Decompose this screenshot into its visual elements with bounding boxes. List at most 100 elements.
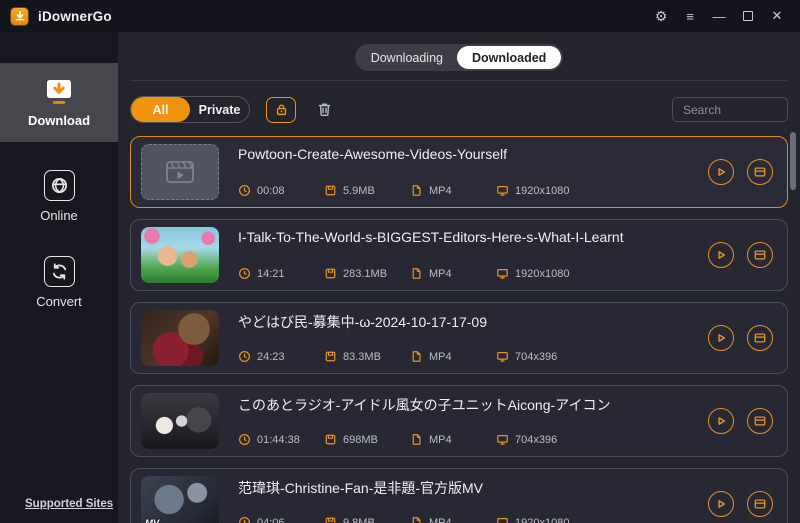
download-item[interactable]: I-Talk-To-The-World-s-BIGGEST-Editors-He… xyxy=(130,219,788,291)
minimize-icon[interactable]: — xyxy=(708,5,730,27)
tab-downloaded[interactable]: Downloaded xyxy=(456,46,562,69)
sidebar-item-convert[interactable]: Convert xyxy=(0,250,118,314)
play-button[interactable] xyxy=(708,325,734,351)
clock-icon xyxy=(239,185,250,196)
video-thumbnail: MV xyxy=(141,476,219,523)
sync-arrows-icon xyxy=(43,255,75,287)
resolution: 704x396 xyxy=(515,433,558,446)
resolution: 704x396 xyxy=(515,350,558,363)
window-controls: ⚙ ≡ — ✕ xyxy=(650,5,788,27)
video-meta: 01:44:38 698MB MP4 704x396 xyxy=(238,433,698,446)
video-meta: 14:21 283.1MB MP4 1920x1080 xyxy=(238,267,698,280)
filter-segment: All Private xyxy=(130,96,250,123)
open-folder-button[interactable] xyxy=(747,242,773,268)
file-size: 83.3MB xyxy=(343,350,381,363)
download-item[interactable]: MV 范瑋琪-Christine-Fan-是非題-官方版MV 04:06 9.8… xyxy=(130,468,788,523)
download-item[interactable]: Powtoon-Create-Awesome-Videos-Yourself 0… xyxy=(130,136,788,208)
file-size: 9.8MB xyxy=(343,516,375,523)
open-folder-button[interactable] xyxy=(747,159,773,185)
download-item[interactable]: このあとラジオ-アイドル風女の子ユニットAicong-アイコン 01:44:38… xyxy=(130,385,788,457)
close-icon[interactable]: ✕ xyxy=(766,5,788,27)
titlebar: iDownerGo ⚙ ≡ — ✕ xyxy=(0,0,800,32)
format: MP4 xyxy=(429,267,452,280)
private-lock-button[interactable] xyxy=(266,96,296,123)
sidebar-item-label: Convert xyxy=(36,293,82,309)
settings-icon[interactable]: ⚙ xyxy=(650,5,672,27)
trash-icon[interactable] xyxy=(311,97,337,123)
file-size: 283.1MB xyxy=(343,267,388,280)
video-thumbnail xyxy=(141,393,219,449)
clock-icon xyxy=(239,517,250,523)
file-size: 698MB xyxy=(343,433,378,446)
sidebar-item-download[interactable]: Download xyxy=(0,63,118,142)
video-thumbnail xyxy=(141,144,219,200)
storage-icon xyxy=(325,351,336,362)
monitor-icon xyxy=(497,517,508,523)
monitor-icon xyxy=(497,185,508,196)
storage-icon xyxy=(325,517,336,523)
video-title: I-Talk-To-The-World-s-BIGGEST-Editors-He… xyxy=(238,229,624,245)
monitor-icon xyxy=(497,268,508,279)
clock-icon xyxy=(239,268,250,279)
format: MP4 xyxy=(429,184,452,197)
download-item[interactable]: やどはび民-募集中-ω-2024-10-17-17-09 24:23 83.3M… xyxy=(130,302,788,374)
open-folder-button[interactable] xyxy=(747,325,773,351)
open-folder-button[interactable] xyxy=(747,491,773,517)
video-meta: 00:08 5.9MB MP4 1920x1080 xyxy=(238,184,698,197)
menu-icon[interactable]: ≡ xyxy=(679,5,701,27)
play-button[interactable] xyxy=(708,408,734,434)
maximize-icon[interactable] xyxy=(737,5,759,27)
tab-downloading[interactable]: Downloading xyxy=(357,46,457,69)
duration: 04:06 xyxy=(257,516,285,523)
video-title: 范瑋琪-Christine-Fan-是非題-官方版MV xyxy=(238,480,484,496)
video-meta: 04:06 9.8MB MP4 1920x1080 xyxy=(238,516,698,523)
format: MP4 xyxy=(429,433,452,446)
play-button[interactable] xyxy=(708,159,734,185)
monitor-icon xyxy=(497,351,508,362)
format: MP4 xyxy=(429,516,452,523)
duration: 14:21 xyxy=(257,267,285,280)
separator xyxy=(130,80,788,81)
sidebar-item-online[interactable]: Online xyxy=(0,164,118,228)
format: MP4 xyxy=(429,350,452,363)
filter-private-button[interactable]: Private xyxy=(190,97,249,122)
play-button[interactable] xyxy=(708,242,734,268)
duration: 24:23 xyxy=(257,350,285,363)
resolution: 1920x1080 xyxy=(515,516,570,523)
storage-icon xyxy=(325,268,336,279)
file-icon xyxy=(412,517,421,523)
open-folder-button[interactable] xyxy=(747,408,773,434)
scrollbar-thumb[interactable] xyxy=(790,132,796,190)
video-title: このあとラジオ-アイドル風女の子ユニットAicong-アイコン xyxy=(238,397,611,413)
app-window: iDownerGo ⚙ ≡ — ✕ Download Online Conver… xyxy=(0,0,800,523)
duration: 01:44:38 xyxy=(257,433,300,446)
clock-icon xyxy=(239,434,250,445)
file-icon xyxy=(412,351,421,362)
play-button[interactable] xyxy=(708,491,734,517)
monitor-download-icon xyxy=(47,79,71,104)
file-icon xyxy=(412,434,421,445)
duration: 00:08 xyxy=(257,184,285,197)
file-icon xyxy=(412,185,421,196)
clock-icon xyxy=(239,351,250,362)
download-state-tabs: Downloading Downloaded xyxy=(354,44,564,71)
storage-icon xyxy=(325,434,336,445)
supported-sites-link[interactable]: Supported Sites xyxy=(25,498,113,510)
storage-icon xyxy=(325,185,336,196)
filter-all-button[interactable]: All xyxy=(131,97,190,122)
main-panel: Downloading Downloaded All Private Searc… xyxy=(118,32,800,523)
resolution: 1920x1080 xyxy=(515,184,570,197)
search-input[interactable] xyxy=(672,97,788,122)
file-size: 5.9MB xyxy=(343,184,375,197)
sidebar: Download Online Convert Supported Sites xyxy=(0,32,118,523)
app-title: iDownerGo xyxy=(38,8,112,24)
video-title: やどはび民-募集中-ω-2024-10-17-17-09 xyxy=(238,314,487,330)
video-thumbnail xyxy=(141,310,219,366)
video-thumbnail xyxy=(141,227,219,283)
resolution: 1920x1080 xyxy=(515,267,570,280)
sidebar-item-label: Online xyxy=(40,207,78,223)
app-logo-icon xyxy=(10,6,29,26)
download-list: Powtoon-Create-Awesome-Videos-Yourself 0… xyxy=(130,136,788,523)
file-icon xyxy=(412,268,421,279)
sidebar-item-label: Download xyxy=(27,112,91,128)
